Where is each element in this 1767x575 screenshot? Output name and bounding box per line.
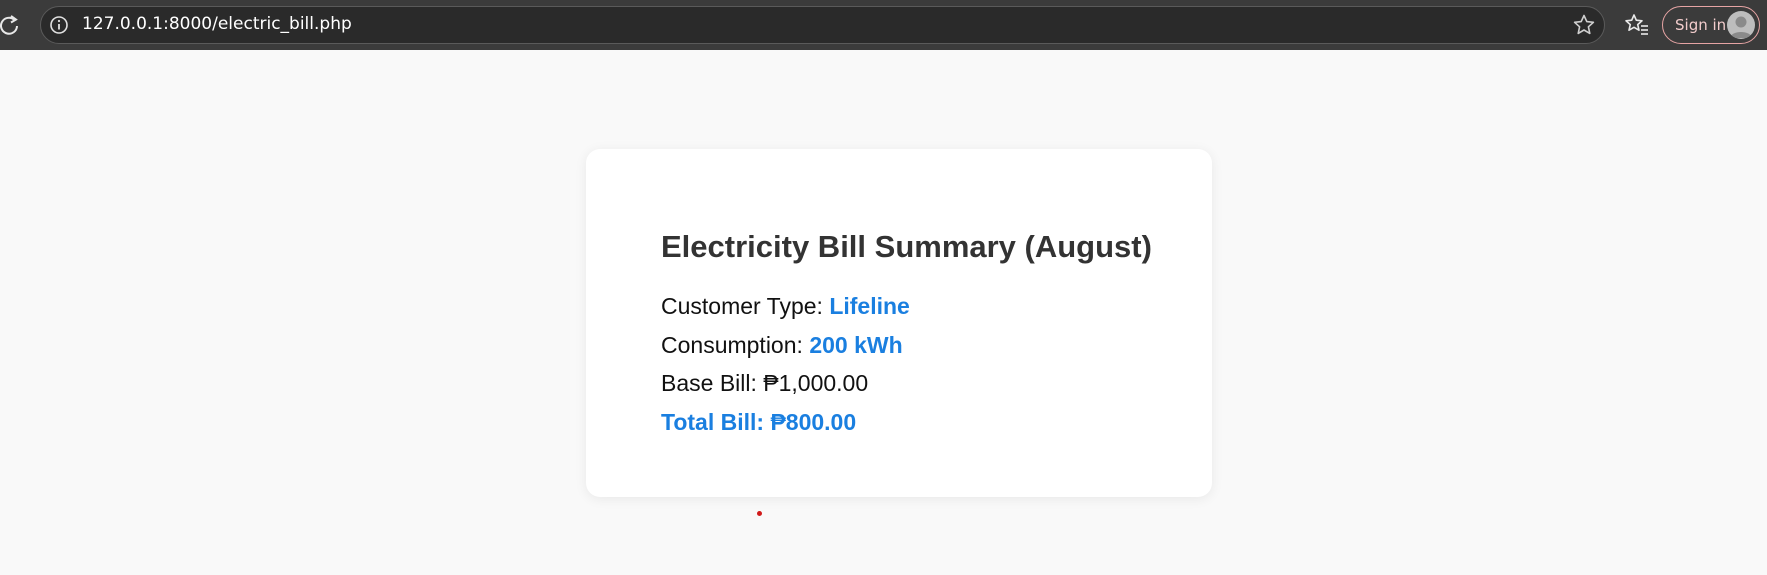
consumption-row: Consumption: 200 kWh — [661, 331, 903, 359]
customer-type-value: Lifeline — [829, 293, 910, 319]
bill-summary-card: Electricity Bill Summary (August) Custom… — [586, 149, 1212, 497]
total-bill-value: ₱800.00 — [770, 409, 857, 435]
total-bill-row: Total Bill: ₱800.00 — [661, 408, 856, 436]
total-bill-label: Total Bill: — [661, 409, 765, 435]
avatar-icon — [1727, 11, 1755, 39]
base-bill-value: ₱1,000.00 — [763, 370, 869, 396]
favorites-icon[interactable] — [1624, 12, 1650, 38]
browser-toolbar: 127.0.0.1:8000/electric_bill.php Sign in — [0, 0, 1767, 50]
customer-type-label: Customer Type: — [661, 293, 823, 319]
sign-in-button[interactable]: Sign in — [1662, 6, 1760, 44]
page-title: Electricity Bill Summary (August) — [661, 229, 1152, 264]
address-url[interactable]: 127.0.0.1:8000/electric_bill.php — [82, 13, 352, 35]
reload-icon[interactable] — [0, 13, 20, 37]
customer-type-row: Customer Type: Lifeline — [661, 292, 910, 320]
sign-in-label: Sign in — [1675, 16, 1727, 34]
bookmark-star-icon[interactable] — [1572, 13, 1596, 37]
base-bill-label: Base Bill: — [661, 370, 757, 396]
consumption-label: Consumption: — [661, 332, 803, 358]
consumption-value: 200 kWh — [809, 332, 903, 358]
base-bill-row: Base Bill: ₱1,000.00 — [661, 369, 868, 397]
site-info-icon[interactable] — [49, 15, 69, 35]
cursor-dot — [757, 511, 762, 516]
